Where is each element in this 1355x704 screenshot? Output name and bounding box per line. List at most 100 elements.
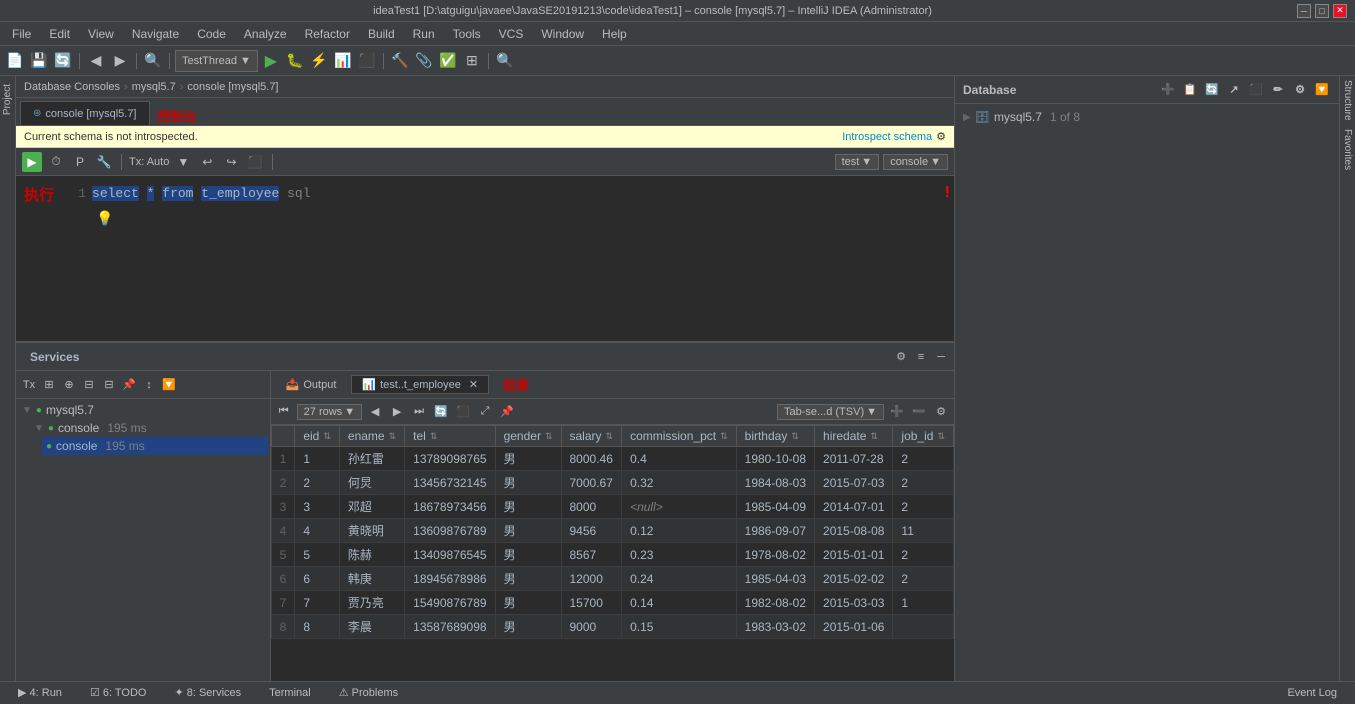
sort-icon[interactable]: ↕ <box>140 376 158 394</box>
table-row[interactable]: 11孙红雷13789098765男8000.460.41980-10-08201… <box>271 447 953 471</box>
toolbar-find[interactable]: 🔍 <box>494 50 516 72</box>
rows-badge[interactable]: 27 rows ▼ <box>297 404 362 420</box>
run-config-dropdown[interactable]: TestThread ▼ <box>175 50 258 72</box>
menu-code[interactable]: Code <box>189 25 234 43</box>
expand-results-icon[interactable]: ⤢ <box>476 403 494 421</box>
menu-file[interactable]: File <box>4 25 39 43</box>
next-page-icon[interactable]: ▶ <box>388 403 406 421</box>
bottom-close-icon[interactable]: ─ <box>932 348 950 366</box>
menu-view[interactable]: View <box>80 25 122 43</box>
undo-icon[interactable]: ↩ <box>197 152 217 172</box>
toolbar-stop[interactable]: ⬛ <box>356 50 378 72</box>
filter-icon[interactable]: 🔽 <box>160 376 178 394</box>
toolbar-search[interactable]: 🔍 <box>142 50 164 72</box>
table-row[interactable]: 44黄晓明13609876789男94560.121986-09-072015-… <box>271 519 953 543</box>
db-tree-mysql57[interactable]: ▶ 🗄 mysql5.7 1 of 8 <box>959 108 1335 126</box>
editor-tab-console[interactable]: ⊛ console [mysql5.7] <box>20 101 150 125</box>
project-tab[interactable]: Project <box>0 80 15 119</box>
menu-vcs[interactable]: VCS <box>491 25 532 43</box>
event-log-tab[interactable]: Event Log <box>1277 682 1347 704</box>
breadcrumb-mysql57[interactable]: mysql5.7 <box>132 81 176 93</box>
tx-dropdown[interactable]: ▼ <box>173 152 193 172</box>
table-row[interactable]: 22何炅13456732145男7000.670.321984-08-03201… <box>271 471 953 495</box>
pin-results-icon[interactable]: 📌 <box>498 403 516 421</box>
filter-db-icon[interactable]: 🔽 <box>1313 81 1331 99</box>
settings-icon[interactable]: 🔧 <box>94 152 114 172</box>
sql-code-area[interactable]: select * from t_employee sql 💡 <box>92 184 946 333</box>
tx-tab[interactable]: Tx <box>20 376 38 394</box>
edit-icon[interactable]: ✏ <box>1269 81 1287 99</box>
col-header-salary[interactable]: salary ⇅ <box>561 426 622 447</box>
col-header-eid[interactable]: eid ⇅ <box>295 426 340 447</box>
toolbar-terminal[interactable]: ⊞ <box>461 50 483 72</box>
run-status-tab[interactable]: ▶ 4: Run <box>8 682 72 704</box>
export-badge[interactable]: Tab-se...d (TSV) ▼ <box>777 404 884 420</box>
group-icon[interactable]: ⊟ <box>100 376 118 394</box>
menu-analyze[interactable]: Analyze <box>236 25 295 43</box>
param-icon[interactable]: P <box>70 152 90 172</box>
toolbar-new-file[interactable]: 📄 <box>4 50 26 72</box>
refresh-icon[interactable]: 🔄 <box>432 403 450 421</box>
table-tab[interactable]: 📊 test..t_employee ✕ <box>351 375 489 394</box>
toolbar-forward[interactable]: ▶ <box>109 50 131 72</box>
gear-icon[interactable]: ⚙ <box>936 130 946 143</box>
copy-datasource-icon[interactable]: 📋 <box>1181 81 1199 99</box>
table-tab-close[interactable]: ✕ <box>469 378 478 391</box>
last-page-icon[interactable]: ⏭ <box>410 403 428 421</box>
bottom-gear-icon[interactable]: ⚙ <box>892 348 910 366</box>
align-left-icon[interactable]: ⊞ <box>40 376 58 394</box>
col-header-birthday[interactable]: birthday ⇅ <box>736 426 814 447</box>
menu-help[interactable]: Help <box>594 25 635 43</box>
maximize-button[interactable]: □ <box>1315 4 1329 18</box>
toolbar-run[interactable]: ▶ <box>260 50 282 72</box>
todo-status-tab[interactable]: ☑ 6: TODO <box>80 682 157 704</box>
col-header-gender[interactable]: gender ⇅ <box>495 426 561 447</box>
table-row[interactable]: 55陈赫13409876545男85670.231978-08-022015-0… <box>271 543 953 567</box>
breadcrumb-database-consoles[interactable]: Database Consoles <box>24 81 120 93</box>
toolbar-save[interactable]: 💾 <box>28 50 50 72</box>
minimize-button[interactable]: ─ <box>1297 4 1311 18</box>
console-context-badge[interactable]: console ▼ <box>883 154 948 170</box>
first-page-icon[interactable]: ⏮ <box>275 403 293 421</box>
menu-window[interactable]: Window <box>533 25 592 43</box>
pin-icon[interactable]: 📌 <box>120 376 138 394</box>
right-panel-settings-icon[interactable]: ⚙ <box>1291 81 1309 99</box>
toolbar-commit[interactable]: ✅ <box>437 50 459 72</box>
favorites-tab[interactable]: Favorites <box>1340 125 1355 174</box>
expand-icon[interactable]: ⊕ <box>60 376 78 394</box>
bottom-settings-icon[interactable]: ≡ <box>912 348 930 366</box>
stop-icon[interactable]: ⬛ <box>245 152 265 172</box>
close-button[interactable]: ✕ <box>1333 4 1347 18</box>
toolbar-attach[interactable]: 📎 <box>413 50 435 72</box>
execute-button[interactable]: ▶ <box>22 152 42 172</box>
table-row[interactable]: 66韩庚18945678986男120000.241985-04-032015-… <box>271 567 953 591</box>
history-icon[interactable]: ⏱ <box>46 152 66 172</box>
menu-tools[interactable]: Tools <box>445 25 489 43</box>
jump-to-schema-icon[interactable]: ↗ <box>1225 81 1243 99</box>
toolbar-back[interactable]: ◀ <box>85 50 107 72</box>
toolbar-build[interactable]: 🔨 <box>389 50 411 72</box>
menu-edit[interactable]: Edit <box>41 25 78 43</box>
structure-tab[interactable]: Structure <box>1340 76 1355 125</box>
output-tab[interactable]: 📤 Output <box>275 375 348 394</box>
col-header-ename[interactable]: ename ⇅ <box>339 426 404 447</box>
col-header-hiredate[interactable]: hiredate ⇅ <box>815 426 893 447</box>
toolbar-coverage[interactable]: ⚡ <box>308 50 330 72</box>
sync-icon[interactable]: 🔄 <box>1203 81 1221 99</box>
menu-refactor[interactable]: Refactor <box>297 25 358 43</box>
redo-icon[interactable]: ↪ <box>221 152 241 172</box>
table-row[interactable]: 77贾乃亮15490876789男157000.141982-08-022015… <box>271 591 953 615</box>
results-settings-icon[interactable]: ⚙ <box>932 403 950 421</box>
toolbar-sync[interactable]: 🔄 <box>52 50 74 72</box>
breadcrumb-console[interactable]: console [mysql5.7] <box>187 81 278 93</box>
introspect-schema-link[interactable]: Introspect schema <box>842 131 932 143</box>
toolbar-debug[interactable]: 🐛 <box>284 50 306 72</box>
col-header-tel[interactable]: tel ⇅ <box>405 426 495 447</box>
col-header-jobid[interactable]: job_id ⇅ <box>893 426 954 447</box>
services-status-tab[interactable]: ✦ 8: Services <box>164 682 251 704</box>
problems-status-tab[interactable]: ⚠ Problems <box>329 682 408 704</box>
delete-row-icon[interactable]: ➖ <box>910 403 928 421</box>
stop-sync-icon[interactable]: ⬛ <box>1247 81 1265 99</box>
add-datasource-icon[interactable]: ➕ <box>1159 81 1177 99</box>
tree-console-parent[interactable]: ▼ ● console 195 ms <box>30 419 268 437</box>
